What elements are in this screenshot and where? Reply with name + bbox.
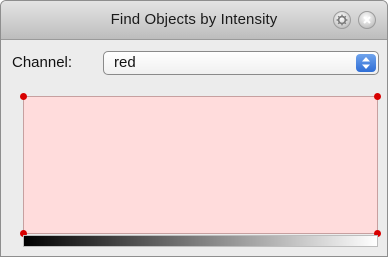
gear-icon	[336, 14, 348, 26]
close-button[interactable]	[358, 11, 376, 29]
range-handle-top-left[interactable]	[20, 93, 27, 100]
channel-label: Channel:	[12, 54, 73, 71]
window-title: Find Objects by Intensity	[110, 11, 278, 28]
title-bar[interactable]: Find Objects by Intensity	[1, 1, 387, 40]
panel-content: Channel: red	[1, 40, 387, 256]
intensity-range-plot[interactable]	[20, 93, 381, 237]
intensity-gradient-bar	[23, 235, 378, 247]
channel-select[interactable]: red	[103, 51, 379, 75]
range-handle-top-right[interactable]	[374, 93, 381, 100]
gear-button[interactable]	[333, 11, 351, 29]
find-objects-window: Find Objects by Intensity Channel: red	[0, 0, 388, 257]
up-down-arrows-icon	[356, 54, 376, 72]
close-icon	[362, 15, 372, 25]
channel-select-value: red	[114, 54, 136, 71]
